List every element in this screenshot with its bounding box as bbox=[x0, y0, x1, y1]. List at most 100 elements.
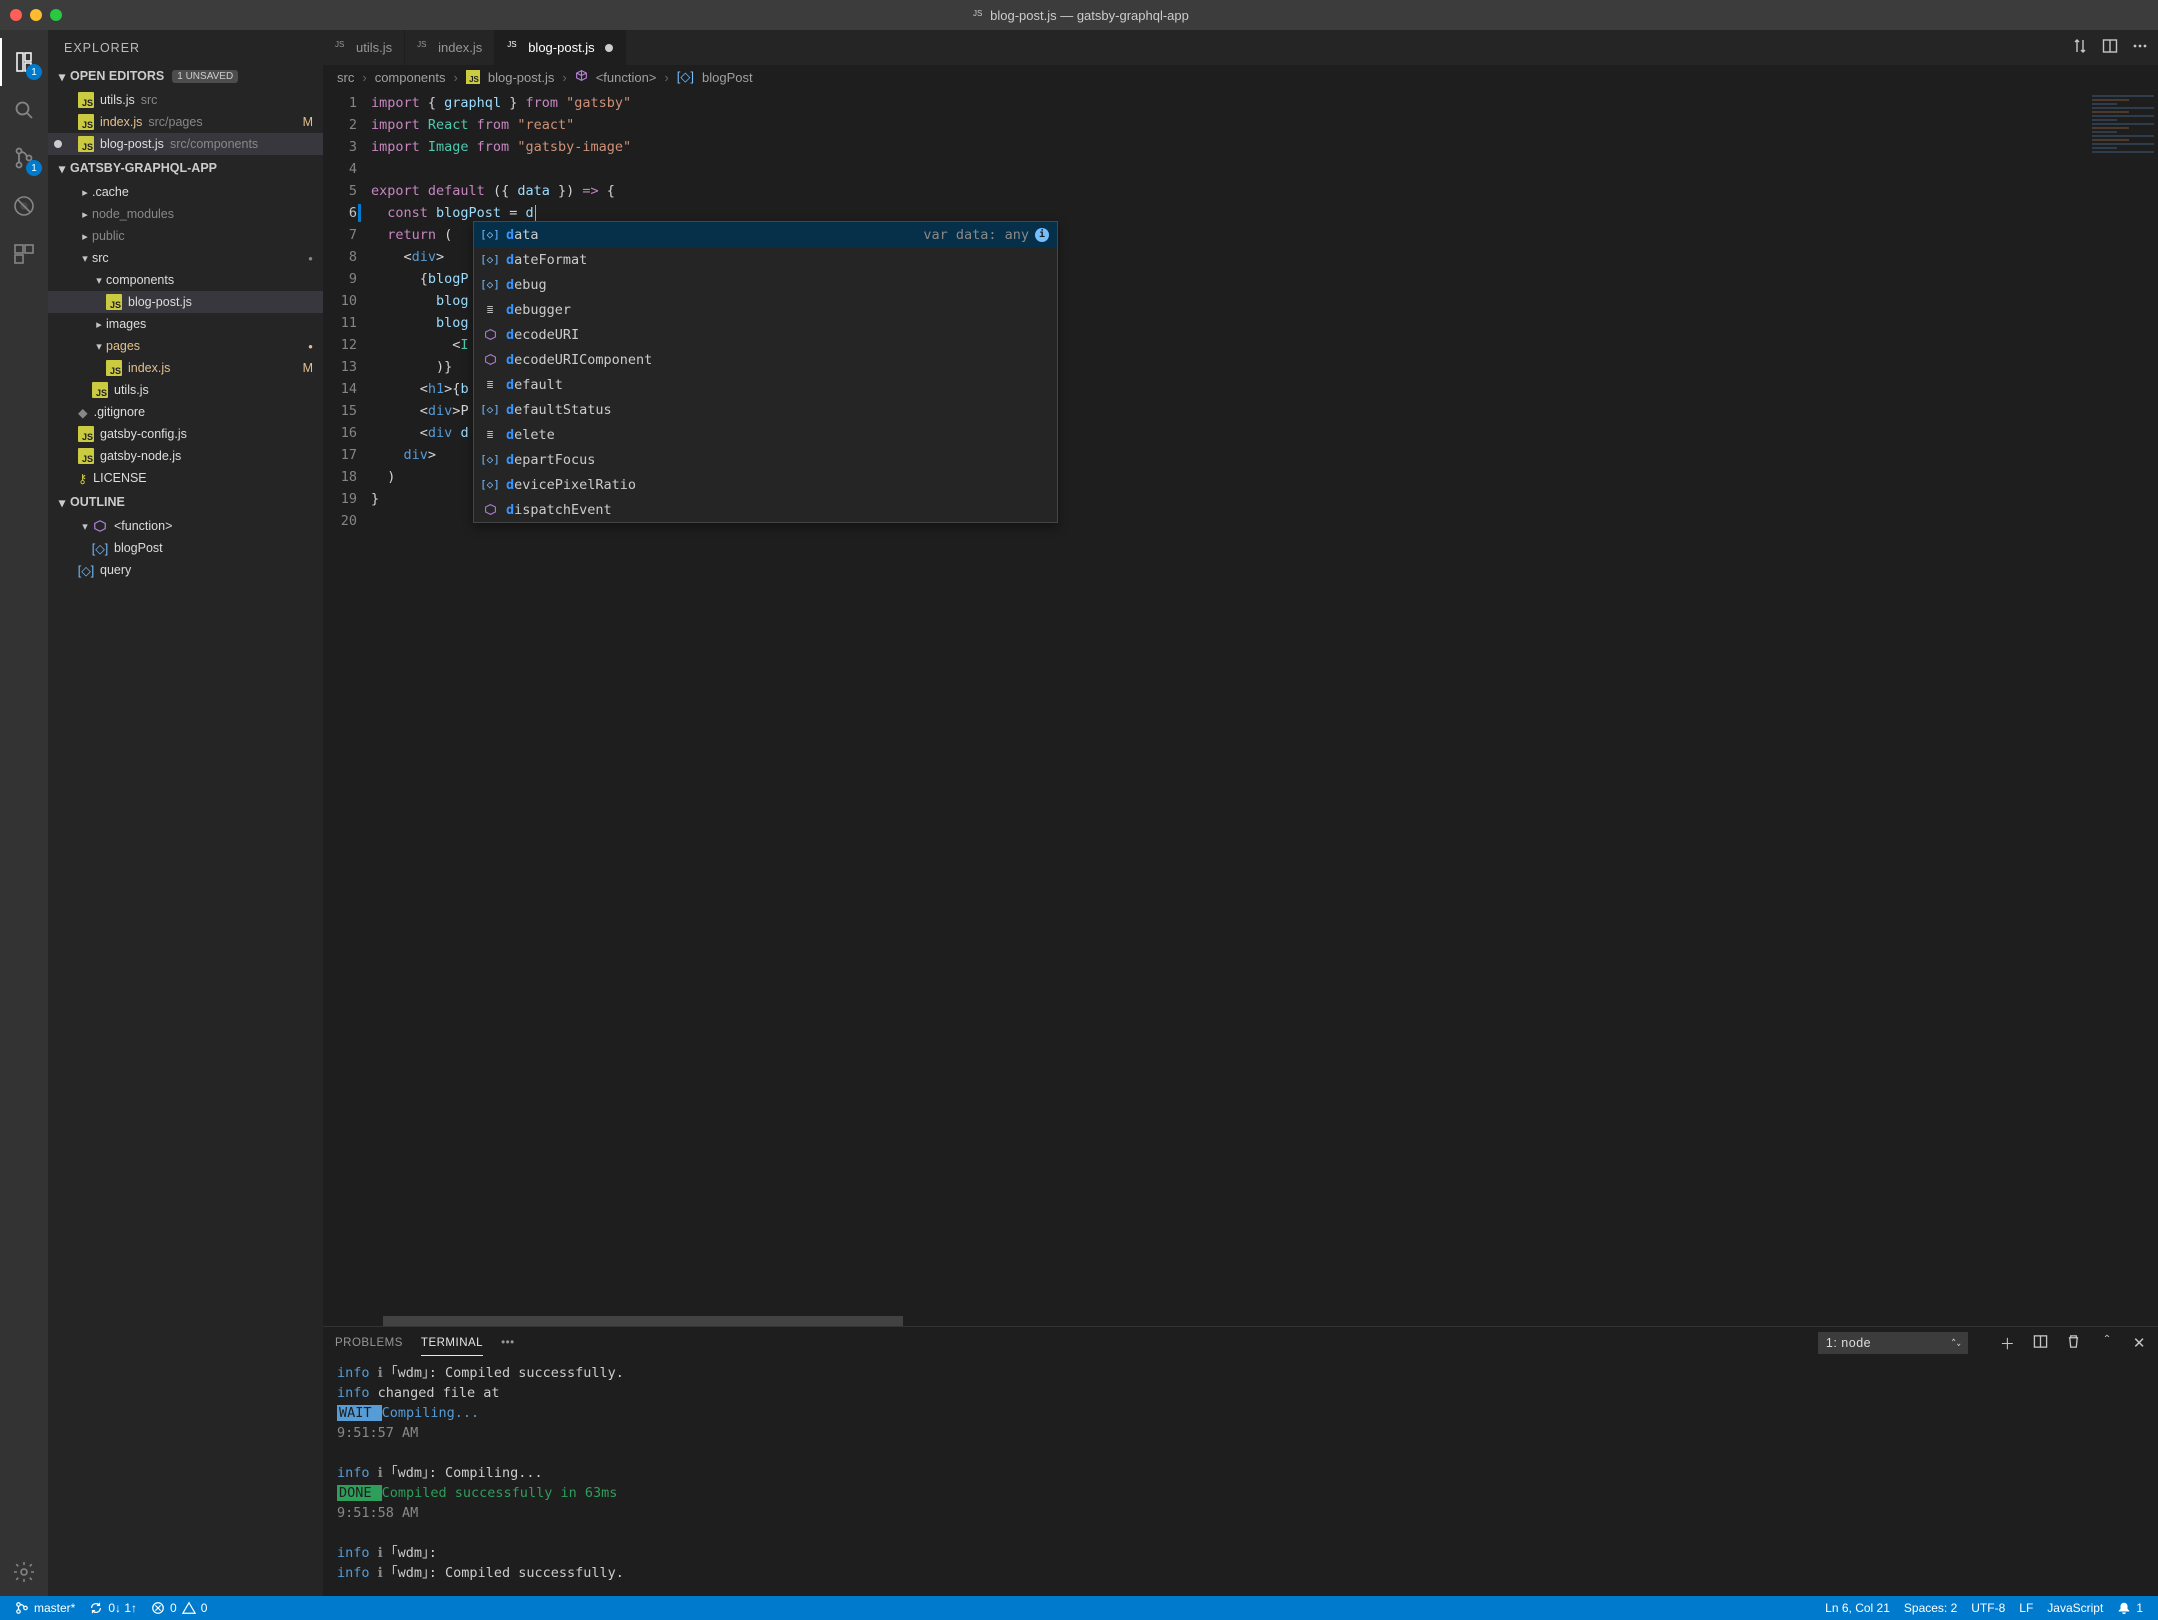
split-editor-icon[interactable] bbox=[2102, 38, 2118, 57]
suggestion-item[interactable]: [◇]defaultStatus bbox=[474, 397, 1057, 422]
git-dirty-dot-icon: ● bbox=[308, 254, 313, 263]
terminal-selector[interactable]: 1: node bbox=[1818, 1332, 1968, 1354]
file-item[interactable]: JSgatsby-config.js bbox=[48, 423, 323, 445]
editor-tab[interactable]: JSutils.js bbox=[323, 30, 405, 65]
kill-terminal-icon[interactable] bbox=[2066, 1334, 2081, 1353]
git-branch-status[interactable]: master* bbox=[8, 1596, 82, 1620]
method-icon bbox=[482, 352, 498, 368]
explorer-view-button[interactable]: 1 bbox=[0, 38, 48, 86]
more-panel-tabs-icon[interactable]: ••• bbox=[501, 1331, 515, 1355]
folder-item[interactable]: ▾components bbox=[48, 269, 323, 291]
search-view-button[interactable] bbox=[0, 86, 48, 134]
outline-item[interactable]: [◇]query bbox=[48, 559, 323, 581]
suggestion-item[interactable]: decodeURIComponent bbox=[474, 347, 1057, 372]
folder-item[interactable]: ▾src● bbox=[48, 247, 323, 269]
folder-item[interactable]: ▸images bbox=[48, 313, 323, 335]
warnings-count: 0 bbox=[201, 1601, 208, 1615]
suggestion-item[interactable]: [◇]dateFormat bbox=[474, 247, 1057, 272]
scrollbar-thumb[interactable] bbox=[383, 1316, 903, 1326]
open-editor-item[interactable]: JSblog-post.jssrc/components bbox=[48, 133, 323, 155]
encoding[interactable]: UTF-8 bbox=[1964, 1596, 2012, 1620]
breadcrumb-item[interactable]: blog-post.js bbox=[488, 70, 554, 85]
minimap[interactable] bbox=[2088, 89, 2158, 1316]
breadcrumbs[interactable]: src › components › JS blog-post.js › <fu… bbox=[323, 65, 2158, 89]
file-name: .gitignore bbox=[94, 405, 145, 419]
problems-status[interactable]: 0 0 bbox=[144, 1596, 214, 1620]
chevron-down-icon: ▾ bbox=[92, 274, 106, 287]
project-header[interactable]: ▾ GATSBY-GRAPHQL-APP bbox=[48, 157, 323, 179]
open-editors-header[interactable]: ▾ OPEN EDITORS 1 UNSAVED bbox=[48, 65, 323, 87]
file-item[interactable]: JSutils.js bbox=[48, 379, 323, 401]
file-item[interactable]: ⚷LICENSE bbox=[48, 467, 323, 489]
file-name: gatsby-node.js bbox=[100, 449, 181, 463]
horizontal-scrollbar[interactable] bbox=[323, 1316, 2158, 1326]
debug-view-button[interactable] bbox=[0, 182, 48, 230]
suggestion-item[interactable]: dispatchEvent bbox=[474, 497, 1057, 522]
suggestion-item[interactable]: ≣debugger bbox=[474, 297, 1057, 322]
suggestion-item[interactable]: ≣delete bbox=[474, 422, 1057, 447]
breadcrumb-item[interactable]: <function> bbox=[596, 70, 657, 85]
close-window-button[interactable] bbox=[10, 9, 22, 21]
folder-item[interactable]: ▸.cache bbox=[48, 181, 323, 203]
maximize-window-button[interactable] bbox=[50, 9, 62, 21]
chevron-down-icon: ▾ bbox=[54, 161, 70, 176]
sidebar-explorer: EXPLORER ▾ OPEN EDITORS 1 UNSAVED JSutil… bbox=[48, 30, 323, 1596]
sync-status[interactable]: 0↓ 1↑ bbox=[82, 1596, 144, 1620]
editor-tab[interactable]: JSblog-post.js bbox=[495, 30, 625, 65]
maximize-panel-icon[interactable]: ＾ bbox=[2099, 1333, 2115, 1354]
suggestion-label: delete bbox=[506, 427, 555, 443]
info-icon[interactable]: i bbox=[1035, 228, 1049, 242]
suggestion-item[interactable]: ≣default bbox=[474, 372, 1057, 397]
compare-changes-icon[interactable] bbox=[2072, 38, 2088, 57]
file-item[interactable]: ◆.gitignore bbox=[48, 401, 323, 423]
close-panel-icon[interactable]: ✕ bbox=[2133, 1334, 2146, 1352]
variable-icon: [◇] bbox=[78, 563, 94, 578]
breadcrumb-item[interactable]: blogPost bbox=[702, 70, 753, 85]
code-editor[interactable]: 1234567891011121314151617181920 import {… bbox=[323, 89, 2158, 1316]
split-terminal-icon[interactable] bbox=[2033, 1334, 2048, 1353]
file-item[interactable]: JSblog-post.js bbox=[48, 291, 323, 313]
language-mode[interactable]: JavaScript bbox=[2040, 1596, 2110, 1620]
suggestion-item[interactable]: [◇]datavar data: any i bbox=[474, 222, 1057, 247]
suggestion-item[interactable]: [◇]devicePixelRatio bbox=[474, 472, 1057, 497]
terminal-line: WAIT Compiling... bbox=[337, 1403, 2144, 1423]
scm-view-button[interactable]: 1 bbox=[0, 134, 48, 182]
indentation[interactable]: Spaces: 2 bbox=[1897, 1596, 1964, 1620]
notifications[interactable]: 1 bbox=[2110, 1596, 2150, 1620]
outline-item[interactable]: [◇]blogPost bbox=[48, 537, 323, 559]
terminal-tab[interactable]: TERMINAL bbox=[421, 1331, 483, 1356]
minimize-window-button[interactable] bbox=[30, 9, 42, 21]
extensions-view-button[interactable] bbox=[0, 230, 48, 278]
variable-icon: [◇] bbox=[482, 227, 498, 243]
eol[interactable]: LF bbox=[2012, 1596, 2040, 1620]
window-title-text: blog-post.js — gatsby-graphql-app bbox=[990, 8, 1189, 23]
suggestion-item[interactable]: [◇]debug bbox=[474, 272, 1057, 297]
settings-button[interactable] bbox=[0, 1548, 48, 1596]
breadcrumb-item[interactable]: components bbox=[375, 70, 446, 85]
outline-header[interactable]: ▾ OUTLINE bbox=[48, 491, 323, 513]
file-item[interactable]: JSgatsby-node.js bbox=[48, 445, 323, 467]
folder-name: images bbox=[106, 317, 146, 331]
open-editor-item[interactable]: JSindex.jssrc/pagesM bbox=[48, 111, 323, 133]
more-actions-icon[interactable] bbox=[2132, 38, 2148, 57]
autocomplete-popup[interactable]: [◇]datavar data: any i[◇]dateFormat[◇]de… bbox=[473, 221, 1058, 523]
activity-bar: 1 1 bbox=[0, 30, 48, 1596]
bottom-panel: PROBLEMS TERMINAL ••• 1: node ＋ ＾ ✕ info… bbox=[323, 1326, 2158, 1596]
terminal-output[interactable]: info ℹ ｢wdm｣: Compiled successfully.info… bbox=[323, 1359, 2158, 1596]
open-editor-item[interactable]: JSutils.jssrc bbox=[48, 89, 323, 111]
folder-item[interactable]: ▸node_modules bbox=[48, 203, 323, 225]
breadcrumb-item[interactable]: src bbox=[337, 70, 354, 85]
editor-tab[interactable]: JSindex.js bbox=[405, 30, 495, 65]
new-terminal-icon[interactable]: ＋ bbox=[2000, 1333, 2016, 1354]
problems-tab[interactable]: PROBLEMS bbox=[335, 1331, 403, 1355]
cursor-position[interactable]: Ln 6, Col 21 bbox=[1818, 1596, 1897, 1620]
folder-item[interactable]: ▾pages● bbox=[48, 335, 323, 357]
suggestion-item[interactable]: [◇]departFocus bbox=[474, 447, 1057, 472]
chevron-down-icon: ▾ bbox=[54, 495, 70, 510]
terminal-line: 9:51:58 AM bbox=[337, 1503, 2144, 1523]
suggestion-hint: var data: any i bbox=[923, 227, 1049, 243]
file-item[interactable]: JSindex.jsM bbox=[48, 357, 323, 379]
folder-item[interactable]: ▸public bbox=[48, 225, 323, 247]
suggestion-item[interactable]: decodeURI bbox=[474, 322, 1057, 347]
outline-item[interactable]: ▾<function> bbox=[48, 515, 323, 537]
